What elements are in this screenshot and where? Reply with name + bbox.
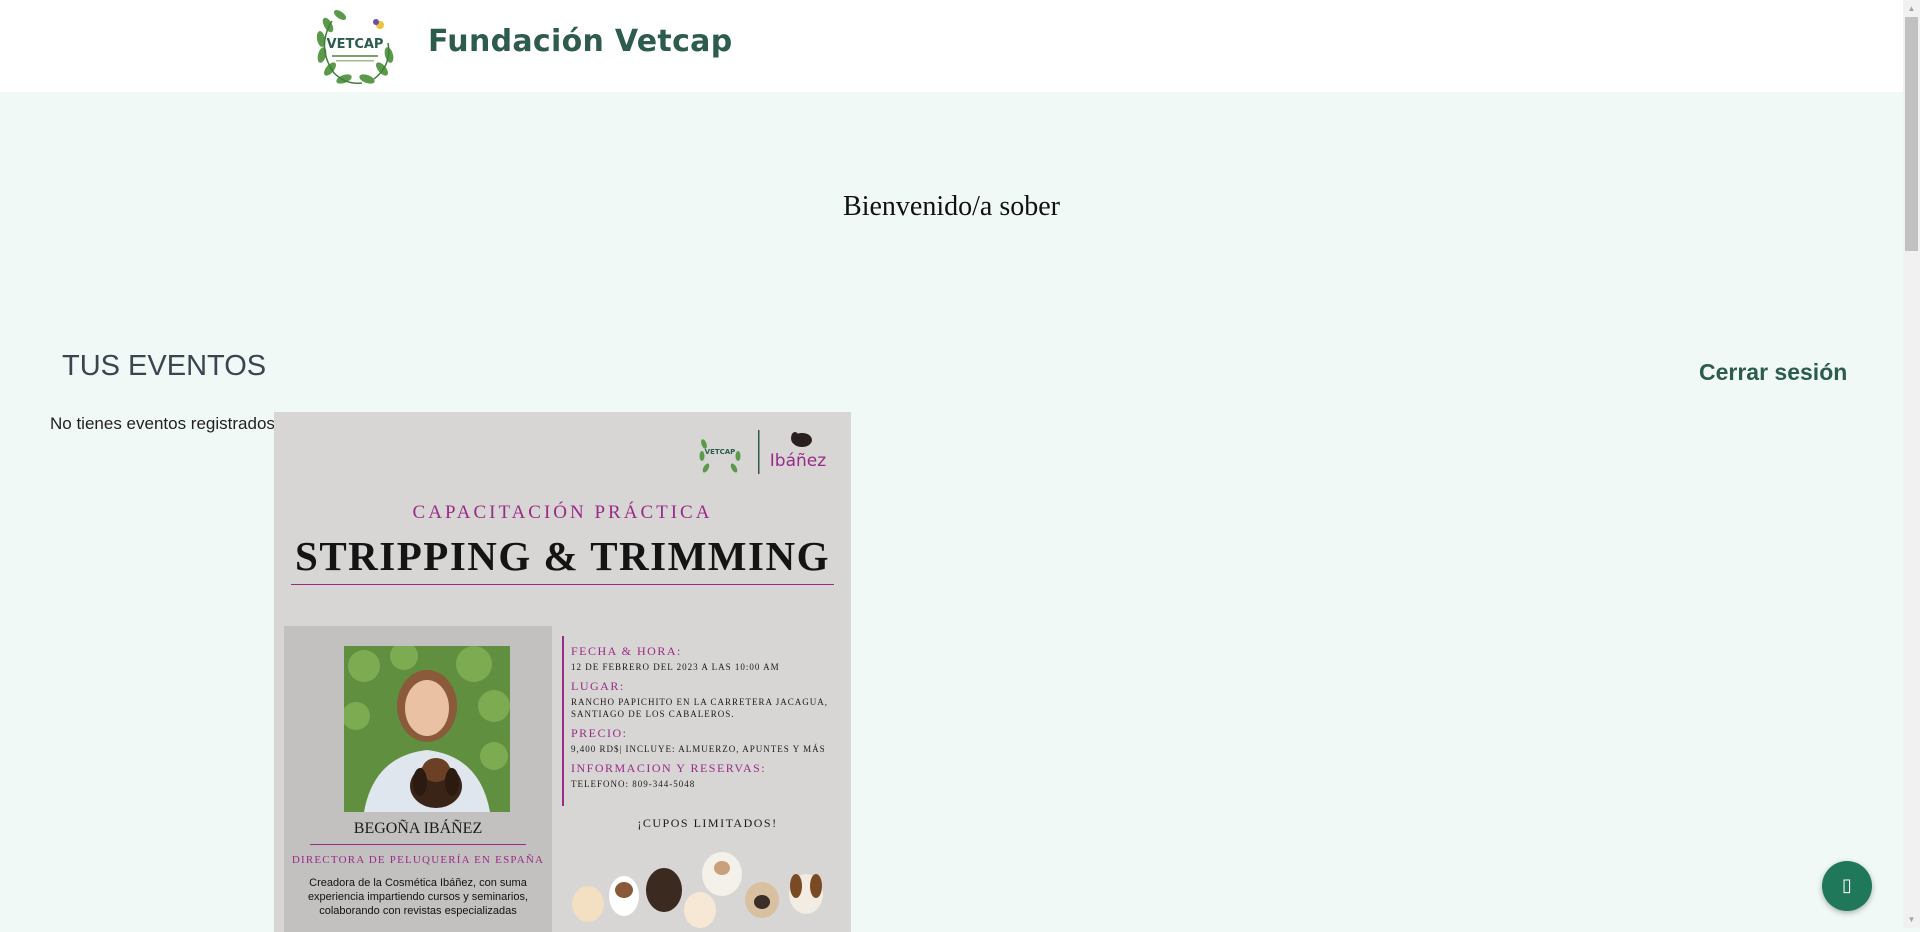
date-label: FECHA & HORA:: [571, 644, 682, 658]
price-label: PRECIO:: [571, 726, 628, 740]
svg-text:VETCAP: VETCAP: [705, 448, 736, 456]
poster-logos: VETCAP Ibáñez: [699, 430, 826, 474]
site-header: VETCAP Fundación Vetcap: [0, 0, 1903, 92]
welcome-message: Bienvenido/a sober: [843, 191, 1060, 222]
no-events-message: No tienes eventos registrados: [50, 414, 275, 433]
info-divider: [562, 636, 564, 806]
scroll-down-arrow-icon[interactable]: ▼: [1903, 911, 1920, 928]
speaker-divider: [310, 844, 526, 845]
dogs-image: [572, 852, 823, 928]
speaker-panel: BEGOÑA IBÁÑEZ DIRECTORA DE PELUQUERÍA EN…: [284, 626, 552, 932]
scroll-up-arrow-icon[interactable]: ▲: [1903, 0, 1920, 17]
event-poster[interactable]: VETCAP Ibáñez CAPACITACIÓN PRÁCTICA STRI…: [274, 412, 851, 932]
poster-divider: [291, 584, 834, 585]
svg-text:Ibáñez: Ibáñez: [770, 451, 826, 471]
place-value: RANCHO PAPICHITO EN LA CARRETERA JACAGUA…: [571, 697, 829, 719]
logout-link[interactable]: Cerrar sesión: [1699, 359, 1847, 386]
contact-label: INFORMACION Y RESERVAS:: [571, 761, 767, 775]
price-value: 9,400 RD$| INCLUYE: ALMUERZO, APUNTES Y …: [571, 744, 826, 754]
event-details: FECHA & HORA: 12 DE FEBRERO DEL 2023 A L…: [571, 638, 851, 790]
svg-text:VETCAP: VETCAP: [327, 37, 384, 52]
contact-value: TELEFONO: 809-344-5048: [571, 779, 696, 789]
poster-subtitle: CAPACITACIÓN PRÁCTICA: [412, 502, 713, 523]
speaker-photo: [344, 646, 510, 812]
limited-spots: ¡CUPOS LIMITADOS!: [637, 816, 778, 830]
poster-title: STRIPPING & TRIMMING: [295, 533, 830, 579]
speaker-bio: Creadora de la Cosmética Ibáñez, con sum…: [307, 877, 529, 917]
vetcap-logo[interactable]: VETCAP: [312, 3, 398, 89]
date-value: 12 DE FEBRERO DEL 2023 A LAS 10:00 AM: [571, 662, 780, 672]
place-label: LUGAR:: [571, 679, 625, 693]
scroll-thumb[interactable]: [1905, 17, 1918, 251]
chat-icon: ▯: [1842, 875, 1852, 896]
events-heading: TUS EVENTOS: [62, 350, 267, 382]
speaker-name: BEGOÑA IBÁÑEZ: [353, 820, 483, 837]
page-scrollbar[interactable]: ▲ ▼: [1903, 0, 1920, 928]
speaker-role: DIRECTORA DE PELUQUERÍA EN ESPAÑA: [291, 854, 545, 866]
brand-name: Fundación Vetcap: [428, 24, 733, 59]
chat-button[interactable]: ▯: [1822, 861, 1872, 911]
